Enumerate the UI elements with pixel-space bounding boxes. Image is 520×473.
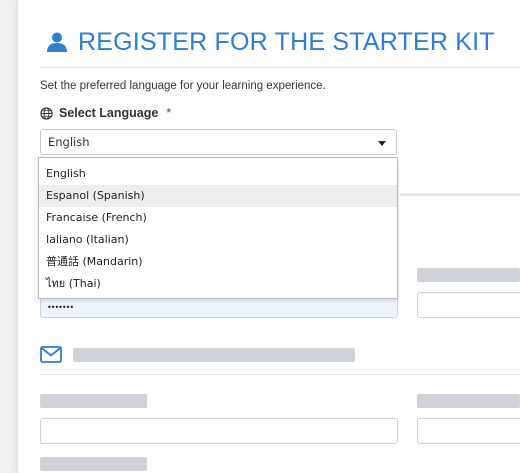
language-label-text: Select Language — [59, 106, 159, 120]
header-divider — [40, 67, 520, 68]
blurred-label — [417, 268, 520, 282]
language-option-english[interactable]: English — [39, 163, 397, 185]
page-title: REGISTER FOR THE STARTER KIT — [78, 27, 495, 56]
globe-icon — [40, 106, 53, 120]
form-header: REGISTER FOR THE STARTER KIT — [46, 24, 495, 60]
blurred-section-heading — [73, 348, 355, 362]
blurred-label — [417, 394, 520, 408]
blurred-text — [400, 193, 520, 196]
caret-down-icon[interactable] — [378, 141, 386, 146]
password-masked-value: ••••••• — [47, 303, 74, 312]
language-option-mandarin[interactable]: 普通話 (Mandarin) — [39, 251, 397, 273]
text-input[interactable] — [40, 418, 398, 444]
text-input[interactable] — [417, 418, 520, 444]
mail-icon — [40, 346, 62, 363]
language-option-french[interactable]: Francaise (French) — [39, 207, 397, 229]
password-input[interactable]: ••••••• — [40, 296, 398, 318]
language-dropdown: English Espanol (Spanish) Francaise (Fre… — [38, 157, 398, 299]
language-select[interactable]: English — [40, 129, 397, 155]
language-label: Select Language * — [40, 106, 171, 120]
language-option-spanish[interactable]: Espanol (Spanish) — [39, 185, 397, 207]
language-option-thai[interactable]: ไทย (Thai) — [39, 273, 397, 295]
text-input[interactable] — [417, 292, 520, 318]
language-description: Set the preferred language for your lear… — [40, 80, 326, 92]
language-select-value: English — [48, 135, 90, 149]
blurred-label — [40, 457, 147, 471]
required-marker: * — [166, 106, 172, 120]
user-icon — [47, 32, 67, 52]
section-divider — [40, 374, 520, 375]
blurred-label — [40, 394, 147, 408]
language-option-italian[interactable]: Ialiano (Italian) — [39, 229, 397, 251]
